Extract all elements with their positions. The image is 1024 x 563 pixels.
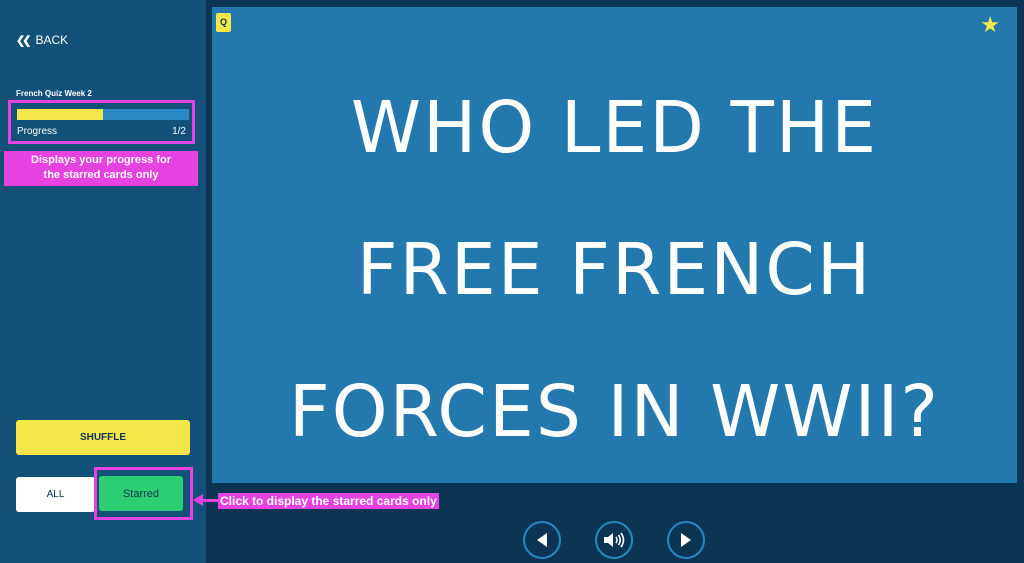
double-chevron-left-icon: ❮❮ (16, 34, 32, 47)
next-card-button[interactable] (667, 521, 705, 559)
audio-button[interactable] (595, 521, 633, 559)
shuffle-button[interactable]: SHUFFLE (16, 420, 190, 455)
progress-label: Progress (17, 126, 58, 137)
flashcard[interactable]: Q ★ WHO LED THE FREE FRENCH FORCES IN WW… (212, 7, 1017, 483)
starred-annotation-callout: Click to display the starred cards only (218, 493, 439, 509)
progress-annotation-outline: Progress 1/2 (8, 100, 195, 144)
star-icon[interactable]: ★ (980, 12, 1000, 38)
back-label: BACK (35, 33, 69, 47)
sidebar: ❮❮ BACK French Quiz Week 2 Progress 1/2 … (0, 0, 206, 563)
annotation-arrow-line (200, 499, 220, 502)
progress-bar (17, 109, 189, 120)
back-button[interactable]: ❮❮ BACK (16, 33, 68, 47)
all-cards-button[interactable]: ALL (16, 477, 95, 512)
starred-cards-button[interactable]: Starred (99, 476, 183, 511)
next-triangle-icon (681, 533, 691, 547)
question-badge: Q (216, 13, 231, 32)
speaker-icon (604, 532, 625, 548)
card-question-text: WHO LED THE FREE FRENCH FORCES IN WWII? (288, 86, 941, 453)
previous-triangle-icon (537, 533, 547, 547)
progress-annotation-callout: Displays your progress for the starred c… (4, 151, 198, 186)
progress-count: 1/2 (172, 126, 186, 137)
progress-bar-fill (17, 109, 103, 120)
previous-card-button[interactable] (523, 521, 561, 559)
deck-title: French Quiz Week 2 (16, 89, 92, 98)
